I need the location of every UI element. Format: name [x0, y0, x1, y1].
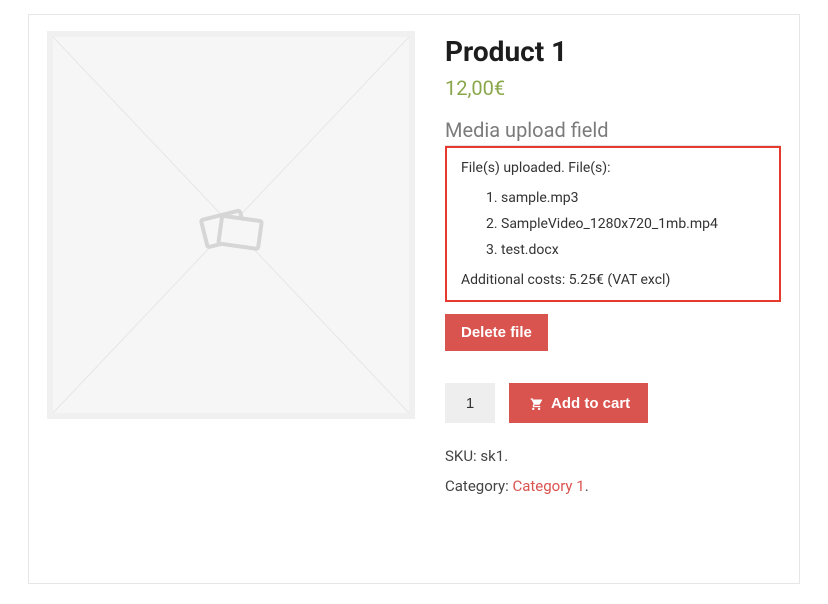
add-to-cart-label: Add to cart: [551, 395, 630, 412]
image-placeholder-icon: [53, 37, 409, 413]
upload-box: File(s) uploaded. File(s): sample.mp3 Sa…: [445, 146, 781, 302]
category-label: Category:: [445, 477, 509, 495]
delete-file-button[interactable]: Delete file: [445, 314, 548, 351]
product-price: 12,00€: [445, 76, 781, 100]
product-image-placeholder: [47, 31, 415, 419]
product-card: Product 1 12,00€ Media upload field File…: [28, 14, 800, 584]
category-link[interactable]: Category 1: [512, 477, 584, 495]
sku-label: SKU:: [445, 447, 477, 465]
delete-file-label: Delete file: [461, 324, 532, 341]
uploaded-file: sample.mp3: [501, 190, 765, 206]
add-to-cart-button[interactable]: Add to cart: [509, 383, 648, 423]
cart-icon: [527, 396, 543, 410]
category-row: Category: Category 1.: [445, 477, 781, 495]
product-title: Product 1: [445, 35, 781, 68]
media-upload-label: Media upload field: [445, 118, 781, 146]
uploaded-file: SampleVideo_1280x720_1mb.mp4: [501, 216, 765, 232]
additional-costs: Additional costs: 5.25€ (VAT excl): [461, 272, 765, 288]
uploaded-file: test.docx: [501, 242, 765, 258]
upload-status: File(s) uploaded. File(s):: [461, 160, 765, 176]
quantity-input[interactable]: [445, 383, 495, 423]
uploaded-files-list: sample.mp3 SampleVideo_1280x720_1mb.mp4 …: [461, 190, 765, 258]
sku-value: sk1: [480, 447, 504, 465]
sku-row: SKU: sk1.: [445, 447, 781, 465]
